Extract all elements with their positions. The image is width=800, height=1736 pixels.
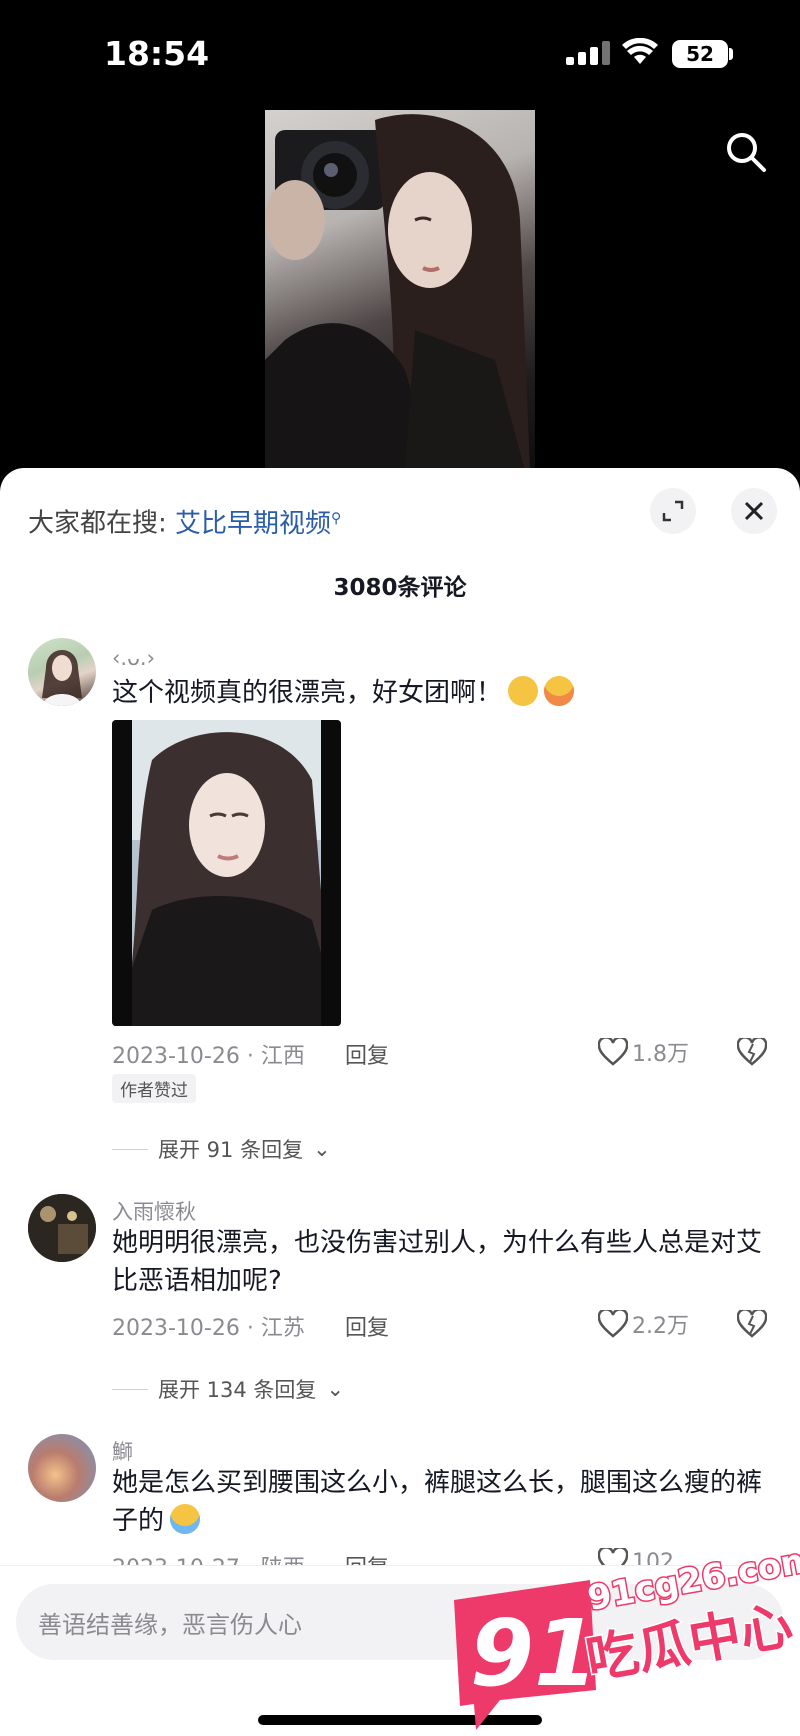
- comment-text-content: 她是怎么买到腰围这么小，裤腿这么长，腿围这么瘦的裤子的: [112, 1468, 763, 1536]
- comment-username[interactable]: 鰤: [112, 1436, 133, 1466]
- comment-input-placeholder: 善语结善缘，恶言伤人心: [38, 1611, 302, 1639]
- reply-button[interactable]: 回复: [345, 1310, 389, 1342]
- expand-replies-label: 展开 134 条回复: [158, 1378, 317, 1402]
- heart-icon: [598, 1310, 628, 1338]
- watermark-number: 91: [470, 1600, 598, 1707]
- status-time: 18:54: [104, 34, 210, 73]
- like-count: 2.2万: [632, 1314, 689, 1339]
- heart-eyes-emoji: [544, 675, 575, 706]
- expand-replies-button[interactable]: 展开 134 条回复 ⌄: [112, 1374, 344, 1404]
- comment-date-location: 2023-10-26 · 江苏: [112, 1316, 305, 1341]
- battery-icon: 52: [672, 40, 728, 68]
- wifi-icon: [622, 38, 658, 64]
- like-count: 1.8万: [632, 1042, 689, 1067]
- search-small-icon: ⚲: [331, 510, 342, 526]
- avatar[interactable]: [28, 1434, 96, 1502]
- battery-level: 52: [686, 42, 714, 66]
- author-liked-badge: 作者赞过: [112, 1074, 196, 1103]
- divider-line: [112, 1148, 148, 1150]
- trending-link-text: 艾比早期视频: [175, 508, 332, 539]
- finger-heart-emoji: [508, 675, 539, 706]
- close-icon: [744, 501, 764, 521]
- video-player[interactable]: [0, 100, 800, 470]
- comment-image[interactable]: [112, 720, 341, 1026]
- avatar[interactable]: [28, 638, 96, 706]
- close-button[interactable]: [731, 488, 777, 534]
- watermark-art: 91 91cg26.com 吃瓜中心: [454, 1538, 800, 1730]
- avatar-art: [28, 1194, 96, 1262]
- video-thumbnail[interactable]: [265, 110, 535, 470]
- search-icon[interactable]: [724, 130, 768, 174]
- comment-text: 她明明很漂亮，也没伤害过别人，为什么有些人总是对艾比恶语相加呢?: [112, 1228, 763, 1296]
- crying-emoji: [170, 1503, 201, 1534]
- expand-replies-button[interactable]: 展开 91 条回复 ⌄: [112, 1134, 331, 1164]
- trending-search-link[interactable]: 艾比早期视频⚲: [175, 509, 341, 539]
- comment-text: 她是怎么买到腰围这么小，裤腿这么长，腿围这么瘦的裤子的: [112, 1464, 772, 1540]
- expand-replies-label: 展开 91 条回复: [158, 1138, 304, 1162]
- chevron-down-icon: ⌄: [326, 1377, 345, 1401]
- watermark-logo: 91 91cg26.com 吃瓜中心: [440, 1538, 800, 1736]
- fullscreen-icon: [662, 500, 684, 522]
- status-bar: 18:54 52: [0, 0, 800, 100]
- chevron-down-icon: ⌄: [313, 1137, 331, 1161]
- trending-label: 大家都在搜:: [28, 508, 167, 539]
- avatar-art: [42, 650, 82, 706]
- avatar[interactable]: [28, 1194, 96, 1262]
- signal-icon: [566, 41, 610, 65]
- dislike-icon[interactable]: [737, 1038, 767, 1066]
- reply-button[interactable]: 回复: [345, 1038, 389, 1070]
- like-button[interactable]: 2.2万: [598, 1308, 689, 1340]
- comment-image-art: [112, 720, 341, 1026]
- battery-tip: [729, 48, 733, 60]
- divider-line: [112, 1388, 148, 1390]
- heart-icon: [598, 1038, 628, 1066]
- comment-text: 这个视频真的很漂亮，好女团啊！: [112, 674, 772, 712]
- trending-search-row: 大家都在搜: 艾比早期视频⚲: [28, 500, 341, 542]
- fullscreen-button[interactable]: [650, 488, 696, 534]
- comment-username[interactable]: ‹.ᴗ.›: [112, 646, 155, 670]
- video-frame-art: [265, 114, 530, 470]
- comment-count: 3080条评论: [333, 575, 467, 601]
- comment-date-location: 2023-10-26 · 江西: [112, 1044, 305, 1069]
- like-button[interactable]: 1.8万: [598, 1036, 689, 1068]
- comment-username[interactable]: 入雨懷秋: [112, 1196, 196, 1226]
- comment-text-content: 这个视频真的很漂亮，好女团啊！: [112, 678, 503, 708]
- dislike-icon[interactable]: [737, 1310, 767, 1338]
